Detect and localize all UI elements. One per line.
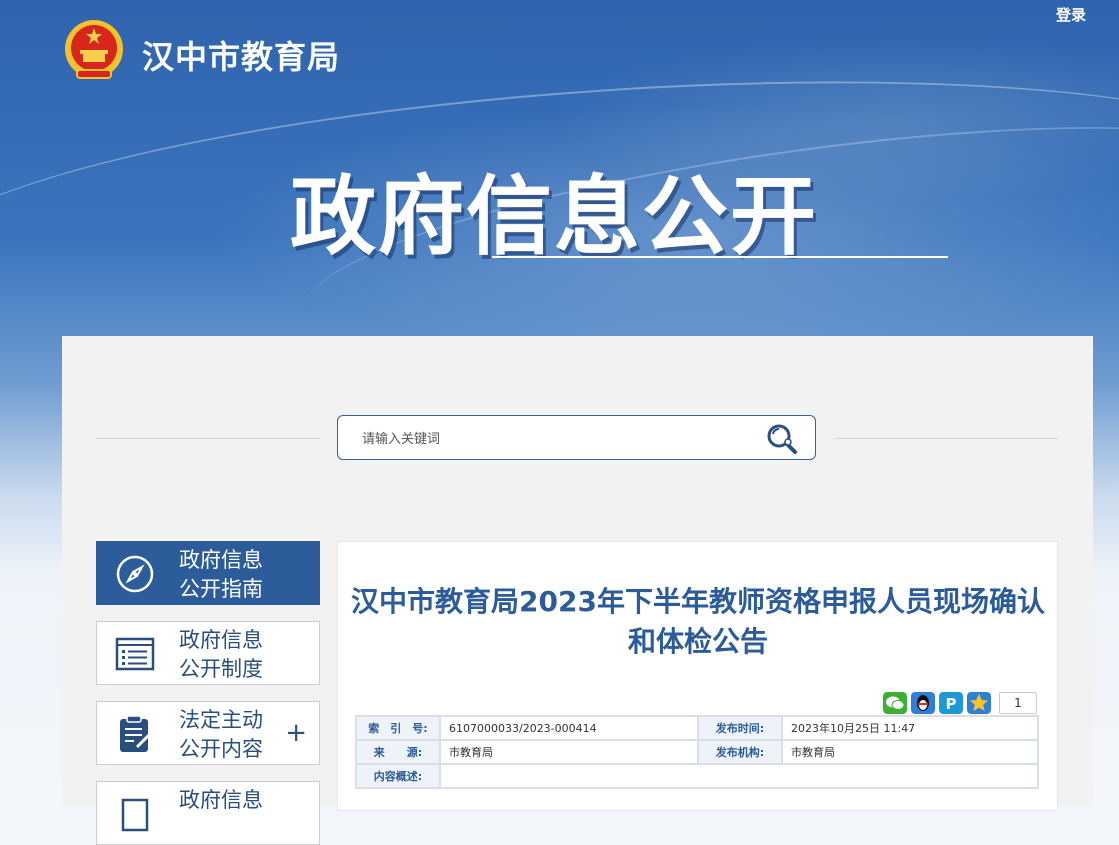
svg-text:P: P (946, 695, 957, 713)
expand-plus-icon[interactable]: + (285, 718, 307, 748)
meta-label: 来 源: (355, 739, 441, 765)
search-box (337, 415, 816, 460)
meta-value (439, 763, 1039, 789)
favorite-star-icon[interactable] (967, 692, 991, 714)
page-banner-title: 政府信息公开 (290, 167, 818, 267)
sidebar-item-guide[interactable]: 政府信息 公开指南 (96, 541, 320, 605)
wechat-icon[interactable] (883, 692, 907, 714)
meta-label: 发布时间: (697, 715, 783, 741)
sidebar-item-label: 法定主动 公开内容 (179, 708, 263, 761)
sidebar-item-label: 政府信息 (179, 788, 263, 812)
sidebar-item-label: 政府信息 公开指南 (179, 548, 263, 601)
search-input[interactable] (360, 426, 744, 452)
site-name[interactable]: 汉中市教育局 (142, 32, 340, 78)
meta-label: 发布机构: (697, 739, 783, 765)
meta-label: 索 引 号: (355, 715, 441, 741)
sidebar-item-policy[interactable]: 政府信息 公开制度 (96, 621, 320, 685)
article-title: 汉中市教育局2023年下半年教师资格申报人员现场确认和体检公告 (351, 585, 1045, 658)
article-meta-table: 索 引 号: 6107000033/2023-000414 发布时间: 2023… (355, 715, 1039, 789)
meta-value: 市教育局 (439, 739, 699, 765)
meta-value: 市教育局 (781, 739, 1039, 765)
search-icon[interactable] (764, 422, 800, 456)
document-icon (121, 798, 149, 832)
sidebar-item-more[interactable]: 政府信息 (96, 781, 320, 845)
qzone-icon[interactable]: P (939, 692, 963, 714)
sidebar-item-statutory-content[interactable]: 法定主动 公开内容 + (96, 701, 320, 765)
meta-value: 6107000033/2023-000414 (439, 715, 699, 741)
share-count: 1 (999, 692, 1037, 714)
list-document-icon (115, 637, 155, 671)
search-divider-right (835, 438, 1058, 439)
meta-value: 2023年10月25日 11:47 (781, 715, 1039, 741)
search-divider-left (96, 438, 320, 439)
meta-label: 内容概述: (355, 763, 441, 789)
login-link[interactable]: 登录 (1056, 4, 1086, 25)
compass-icon (116, 555, 154, 593)
national-emblem-icon (65, 20, 123, 79)
sidebar-item-label: 政府信息 公开制度 (179, 628, 263, 681)
qq-icon[interactable] (911, 692, 935, 714)
clipboard-edit-icon (120, 715, 151, 752)
title-underline (492, 256, 948, 258)
